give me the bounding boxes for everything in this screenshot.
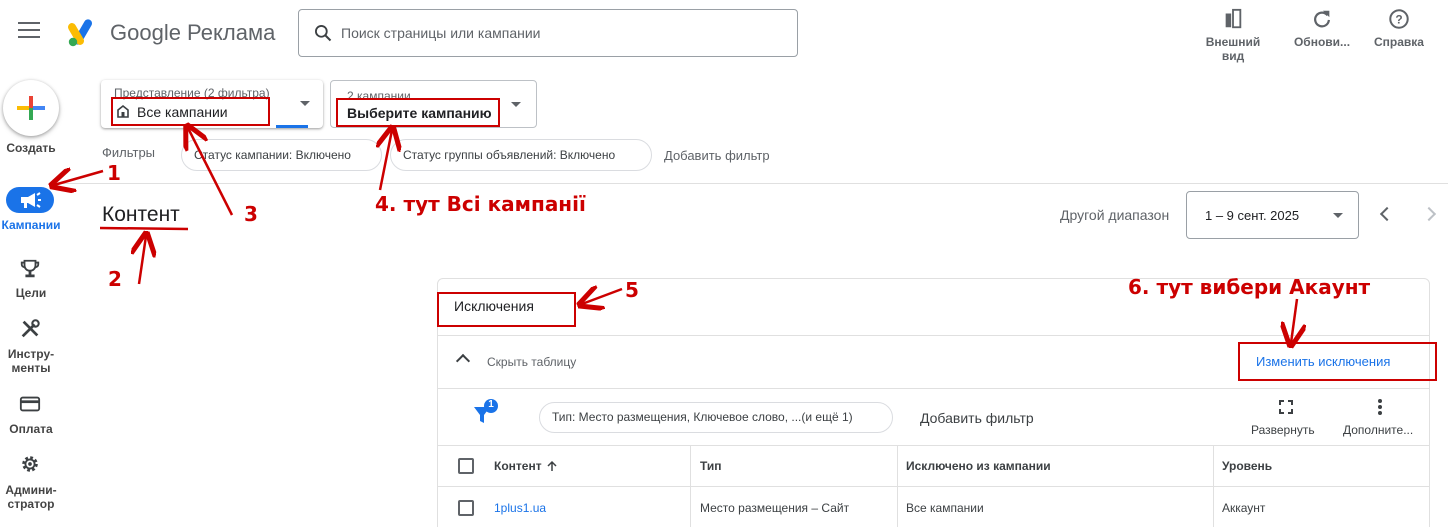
nav-tools-label-1[interactable]: Инстру- [0, 347, 62, 361]
col-excluded-from[interactable]: Исключено из кампании [906, 459, 1051, 473]
expand-button[interactable]: Развернуть [1251, 423, 1315, 437]
filters-label: Фильтры [102, 145, 156, 160]
row-level: Аккаунт [1222, 501, 1266, 515]
nav-admin-label-2[interactable]: стратор [0, 497, 62, 511]
more-button[interactable]: Дополните... [1343, 423, 1423, 437]
type-filter-chip[interactable]: Тип: Место размещения, Ключевое слово, .… [539, 402, 893, 433]
svg-text:?: ? [1395, 13, 1402, 27]
annotation-label-5: 5 [625, 278, 639, 302]
search-icon [315, 25, 332, 42]
date-range-value: 1 – 9 сент. 2025 [1205, 208, 1300, 223]
nav-goals-label[interactable]: Цели [0, 286, 62, 300]
appearance-button[interactable]: Внешний вид [1203, 8, 1263, 63]
divider [437, 486, 1430, 487]
fullscreen-icon[interactable] [1278, 399, 1294, 415]
annotation-label-6: 6. тут вибери Акаунт [1128, 275, 1371, 299]
sort-arrow-icon[interactable] [546, 460, 558, 472]
refresh-button[interactable]: Обнови... [1290, 8, 1354, 49]
row-excluded-from: Все кампании [906, 501, 984, 515]
credit-card-icon[interactable] [19, 393, 41, 415]
filter-chip-campaign-status[interactable]: Статус кампании: Включено [181, 139, 382, 171]
annotation-label-4: 4. тут Всі кампанії [375, 192, 586, 216]
refresh-label: Обнови... [1293, 35, 1351, 49]
page-title: Контент [102, 203, 180, 226]
tools-icon[interactable] [19, 318, 41, 340]
nav-billing-label[interactable]: Оплата [0, 422, 62, 436]
appearance-icon [1225, 8, 1242, 29]
annotation-box-edit [1238, 342, 1437, 381]
annotation-box-view [111, 97, 270, 126]
appearance-label-1: Внешний [1205, 35, 1261, 49]
nav-campaigns[interactable] [6, 187, 54, 213]
col-content[interactable]: Контент [494, 459, 542, 473]
create-label: Создать [6, 141, 56, 155]
help-label: Справка [1374, 35, 1424, 49]
brand-name: Google Реклама [110, 20, 276, 45]
gear-icon[interactable] [19, 453, 41, 475]
nav-campaigns-label: Кампании [1, 218, 61, 232]
annotation-label-1: 1 [107, 161, 121, 185]
more-vert-icon[interactable] [1374, 398, 1386, 416]
row-checkbox[interactable] [458, 500, 474, 516]
add-filter-link[interactable]: Добавить фильтр [664, 148, 770, 163]
annotation-label-3: 3 [244, 202, 258, 226]
date-range-label: Другой диапазон [1060, 207, 1170, 223]
hide-table-button[interactable]: Скрыть таблицу [487, 355, 576, 369]
col-level[interactable]: Уровень [1222, 459, 1272, 473]
annotation-label-2: 2 [108, 267, 122, 291]
nav-admin-label-1[interactable]: Админи- [0, 483, 62, 497]
search-input[interactable] [341, 22, 781, 44]
divider [437, 445, 1430, 446]
row-type: Место размещения – Сайт [700, 501, 850, 515]
appearance-label-2: вид [1221, 49, 1245, 63]
prev-period-icon[interactable] [1379, 206, 1395, 222]
search-box[interactable] [298, 9, 798, 57]
trophy-icon[interactable] [19, 258, 41, 280]
filter-chip-adgroup-status[interactable]: Статус группы объявлений: Включено [390, 139, 652, 171]
add-filter-button[interactable]: Добавить фильтр [920, 410, 1034, 426]
annotation-box-campaign [336, 98, 500, 127]
help-button[interactable]: ? Справка [1369, 8, 1429, 49]
filter-count-badge: 1 [488, 399, 494, 410]
chevron-down-icon [1333, 213, 1343, 218]
main-menu-icon[interactable] [18, 22, 40, 42]
nav-tools-label-2[interactable]: менты [0, 361, 62, 375]
help-icon: ? [1389, 9, 1409, 29]
divider [437, 335, 1430, 336]
megaphone-icon [21, 192, 41, 208]
google-ads-logo [66, 16, 98, 48]
row-content-link[interactable]: 1plus1.ua [494, 501, 546, 515]
select-all-checkbox[interactable] [458, 458, 474, 474]
refresh-icon [1314, 10, 1330, 28]
chevron-down-icon [511, 102, 521, 107]
divider [437, 388, 1430, 389]
next-period-icon[interactable] [1421, 206, 1437, 222]
annotation-box-exclusions [437, 292, 576, 327]
plus-icon [17, 96, 45, 120]
date-range-picker[interactable]: 1 – 9 сент. 2025 [1186, 191, 1359, 239]
chevron-down-icon [300, 101, 310, 106]
col-type[interactable]: Тип [700, 459, 722, 473]
create-button[interactable] [3, 80, 59, 136]
divider [62, 183, 1448, 184]
